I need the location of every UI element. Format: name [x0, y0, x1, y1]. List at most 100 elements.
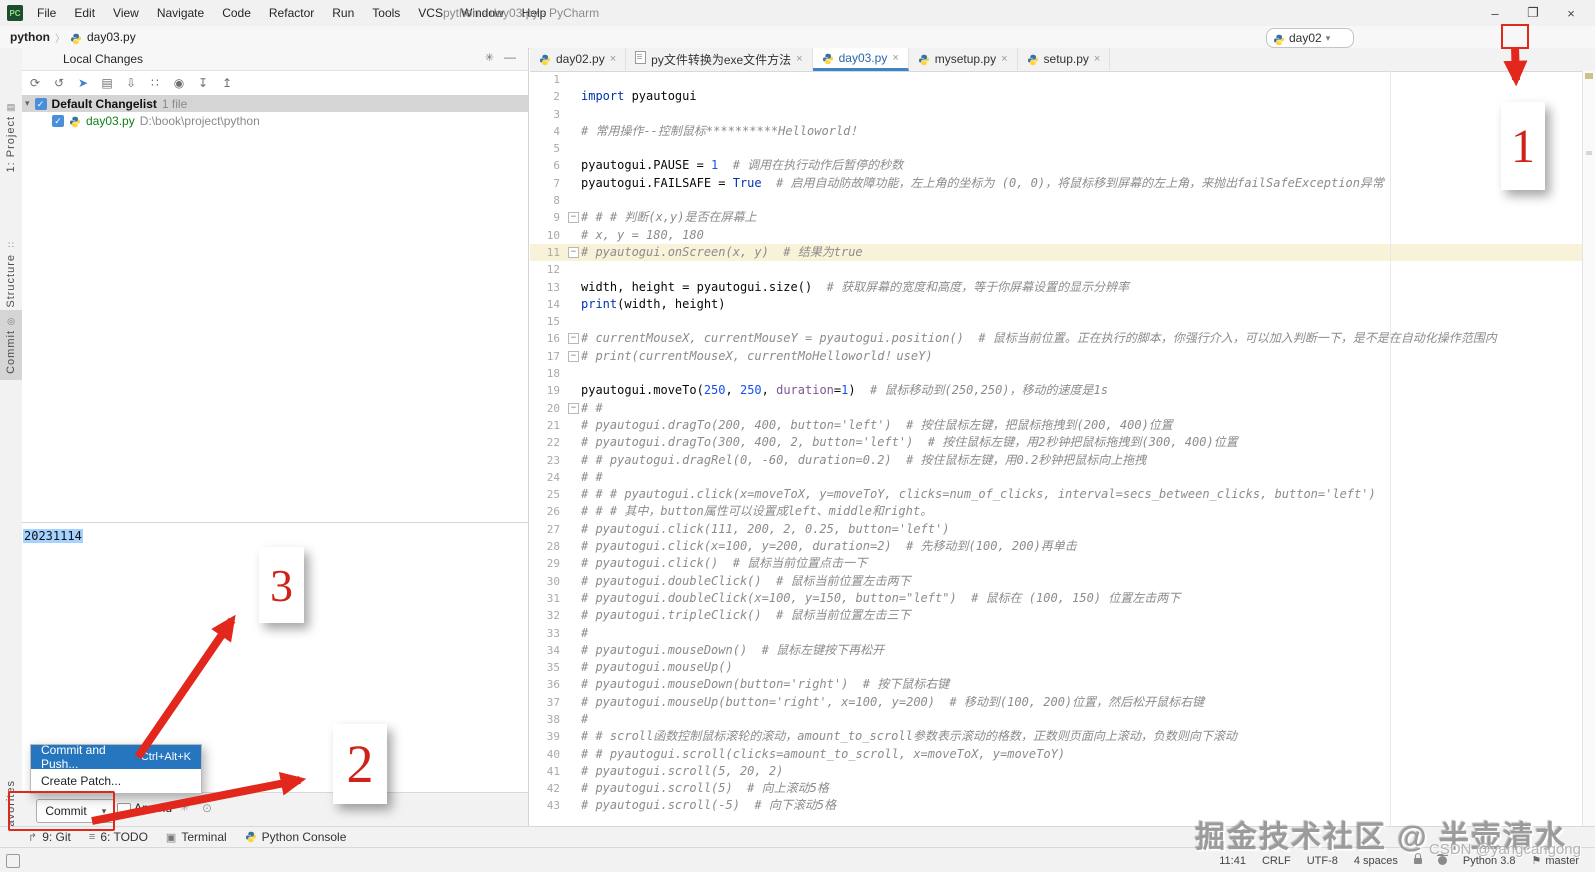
menu-item-label: Commit and Push...	[41, 743, 106, 771]
editor-tab-day03-py[interactable]: day03.py ×	[812, 48, 909, 71]
editor-tab-mysetup-py[interactable]: mysetup.py ×	[908, 48, 1018, 70]
chevron-down-icon[interactable]: ▾	[25, 98, 30, 109]
stripe-item-commit[interactable]: ◎ Commit	[0, 310, 22, 380]
tab-close-icon[interactable]: ×	[892, 52, 898, 64]
code-line: 3	[530, 106, 1583, 123]
amend-checkbox[interactable]	[117, 803, 131, 817]
file-name: day03.py	[86, 113, 135, 128]
line-ending-widget[interactable]: CRLF	[1262, 855, 1291, 867]
code-area[interactable]: 1 2 import pyautogui 3 4 # 常用操作--控制鼠标********…	[530, 71, 1583, 826]
menu-code[interactable]: Code	[213, 0, 260, 26]
expand-all-icon[interactable]: ↧	[196, 76, 210, 90]
collapse-all-icon[interactable]: ↥	[220, 76, 234, 90]
code-line: 23 # # pyautogui.dragRel(0, -60, duration…	[530, 452, 1583, 469]
breadcrumb-file[interactable]: day03.py	[87, 30, 136, 44]
fold-marker-icon[interactable]	[567, 330, 581, 347]
fold-gutter	[567, 452, 581, 469]
minimize-button[interactable]: –	[1478, 0, 1512, 26]
menu-navigate[interactable]: Navigate	[148, 0, 213, 26]
python-file-icon	[70, 31, 82, 45]
fold-marker-icon[interactable]	[567, 348, 581, 365]
fold-marker-icon[interactable]	[567, 244, 581, 261]
code-line: 26 # # # 其中，button属性可以设置成left、middle和righ…	[530, 503, 1583, 520]
line-number: 38	[546, 712, 560, 726]
menu-view[interactable]: View	[104, 0, 148, 26]
fold-gutter	[567, 555, 581, 572]
menu-run[interactable]: Run	[323, 0, 363, 26]
code-text: pyautogui.FAILSAFE = True # 启用自动防故障功能，左上…	[581, 175, 1384, 190]
code-text: # pyautogui.dragTo(300, 400, 2, button='…	[581, 435, 1238, 450]
editor-tab-py-exe[interactable]: py文件转换为exe文件方法 ×	[626, 48, 813, 70]
tab-close-icon[interactable]: ×	[610, 53, 616, 65]
rollback-icon[interactable]: ↺	[52, 76, 66, 90]
editor-pane[interactable]: day02.py × py文件转换为exe文件方法 × day03.py × mysetup…	[530, 48, 1595, 826]
hide-panel-icon[interactable]: —	[504, 50, 516, 64]
code-text: # # # pyautogui.click(x=moveToX, y=moveT…	[581, 487, 1376, 502]
editor-tab-day02-py[interactable]: day02.py ×	[530, 48, 627, 70]
checkbox-checked[interactable]: ✓	[34, 97, 47, 110]
menu-edit[interactable]: Edit	[65, 0, 104, 26]
refresh-icon[interactable]: ⟳	[28, 76, 42, 90]
code-line: 24 # #	[530, 469, 1583, 486]
lock-icon[interactable]	[1413, 852, 1422, 864]
close-button[interactable]: ×	[1554, 0, 1588, 26]
commit-jet-icon[interactable]: ➤	[76, 76, 90, 90]
changelist-row[interactable]: ▾ ✓ Default Changelist 1 file	[22, 95, 528, 112]
fold-marker-icon[interactable]	[567, 400, 581, 417]
gear-icon[interactable]: ✳	[485, 51, 494, 64]
history-icon[interactable]: ⊙	[202, 801, 212, 815]
commit-dropdown-arrow[interactable]: ▾	[94, 799, 115, 823]
navigation-bar: python 〉 day03.py day02 ▾ ▶ ▶ ■ Git: ✔ ✔…	[0, 26, 1595, 71]
menu-file[interactable]: File	[28, 0, 65, 26]
preview-diff-icon[interactable]: ◉	[172, 76, 186, 90]
menu-item-create-patch[interactable]: Create Patch...	[31, 769, 201, 793]
fold-gutter	[567, 728, 581, 745]
toolwindow-quick-access-icon[interactable]	[6, 854, 20, 868]
toolwindow-button-6-todo[interactable]: ≡ 6: TODO	[89, 830, 148, 844]
code-text: # print(currentMouseX, currentMoHellowor…	[581, 348, 933, 363]
error-stripe[interactable]	[1582, 71, 1595, 826]
line-number: 27	[546, 522, 560, 536]
toolwindow-button-python-console[interactable]: Python Console	[245, 830, 346, 844]
shelve-icon[interactable]: ⇩	[124, 76, 138, 90]
code-line: 16 # currentMouseX, currentMouseY = pyaut…	[530, 330, 1583, 347]
commit-message-text[interactable]: 20231114	[23, 529, 83, 543]
local-changes-panel: Local Changes ✳ — ⟳ ↺ ➤ ▤ ⇩ ∷ ◉ ↧ ↥ ▾ ✓ Default …	[22, 48, 529, 827]
commit-button[interactable]: Commit	[36, 799, 96, 823]
code-text: # 常用操作--控制鼠标**********Helloworld！	[581, 123, 863, 138]
menu-item-commit-and-push[interactable]: Commit and Push... Ctrl+Alt+K	[31, 743, 201, 771]
run-config-selector[interactable]: day02 ▾	[1266, 28, 1354, 48]
fold-marker-icon[interactable]	[567, 209, 581, 226]
fold-gutter	[567, 607, 581, 624]
tab-close-icon[interactable]: ×	[1001, 53, 1007, 65]
toolwindow-button-9-git[interactable]: ↱ 9: Git	[28, 830, 71, 844]
gear-icon[interactable]: ✳	[180, 801, 189, 814]
fold-gutter	[567, 175, 581, 192]
line-number: 39	[546, 730, 560, 744]
menu-tools[interactable]: Tools	[363, 0, 409, 26]
python-console-icon	[245, 831, 257, 843]
line-number: 35	[546, 661, 560, 675]
breadcrumb-project[interactable]: python	[10, 30, 50, 44]
toolwindow-button-terminal[interactable]: ▣ Terminal	[166, 830, 227, 844]
show-diff-icon[interactable]: ▤	[100, 76, 114, 90]
checkbox-checked[interactable]: ✓	[52, 114, 64, 127]
line-number: 40	[546, 747, 560, 761]
indent-widget[interactable]: 4 spaces	[1354, 855, 1398, 867]
changed-file-row[interactable]: ✓ day03.py D:\book\project\python	[22, 112, 528, 129]
menu-refactor[interactable]: Refactor	[260, 0, 323, 26]
tab-close-icon[interactable]: ×	[796, 53, 802, 65]
encoding-widget[interactable]: UTF-8	[1307, 855, 1338, 867]
tab-close-icon[interactable]: ×	[1094, 53, 1100, 65]
editor-tab-setup-py[interactable]: setup.py ×	[1017, 48, 1111, 70]
fold-gutter	[567, 486, 581, 503]
code-text: # x, y = 180, 180	[581, 227, 704, 242]
line-number: 5	[553, 142, 560, 156]
restore-button[interactable]: ❐	[1516, 0, 1550, 26]
code-line: 42 # pyautogui.scroll(5) # 向上滚动5格	[530, 780, 1583, 797]
stripe-item-1-project[interactable]: ▤ 1: Project	[0, 102, 22, 172]
line-number: 33	[546, 626, 560, 640]
code-line: 12	[530, 261, 1583, 278]
group-by-icon[interactable]: ∷	[148, 76, 162, 90]
line-number: 43	[546, 799, 560, 813]
